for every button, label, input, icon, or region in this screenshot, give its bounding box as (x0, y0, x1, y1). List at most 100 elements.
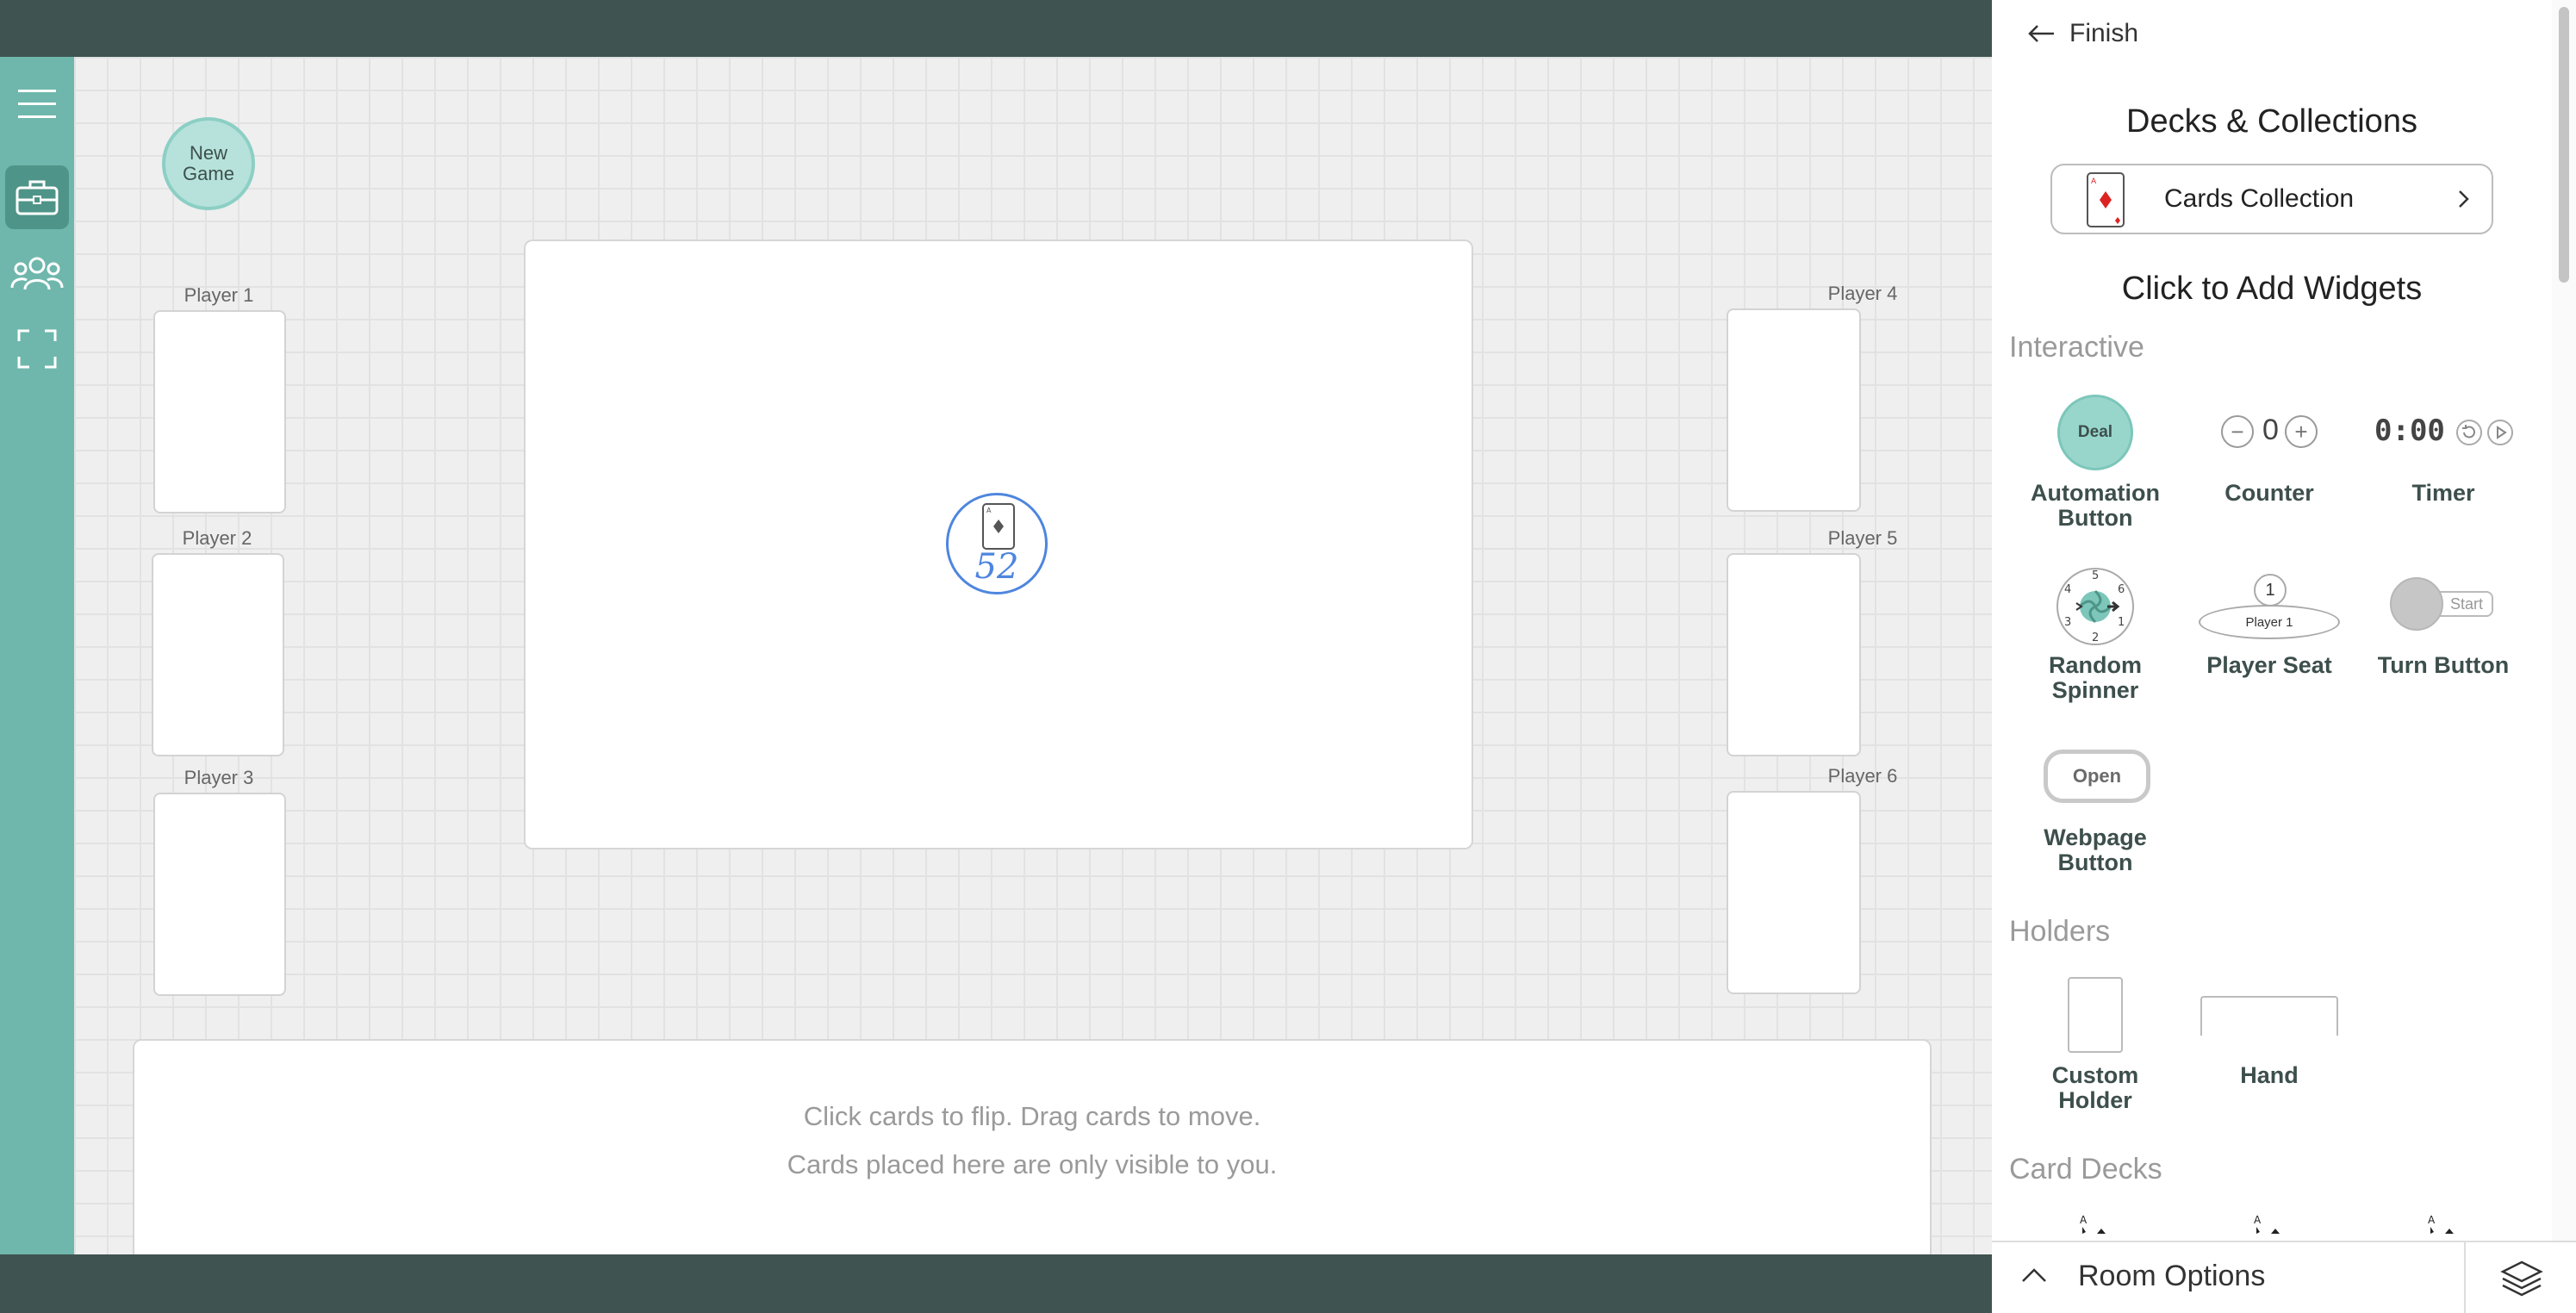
card-icon: A (982, 503, 1015, 550)
card-thumbnail: A (2087, 172, 2125, 227)
player-1-holder[interactable] (153, 310, 286, 513)
spinner-number-1: 1 (2118, 616, 2125, 629)
hand-label: Hand (2240, 1062, 2299, 1088)
minus-icon: − (2221, 415, 2254, 448)
player-5-label: Player 5 (1827, 527, 1898, 549)
room-options-label: Room Options (2078, 1260, 2266, 1292)
spade-card-icon: A (2254, 1214, 2280, 1234)
turn-button-widget[interactable]: Start Turn Button (2357, 567, 2529, 688)
counter-value: 0 (2262, 414, 2279, 446)
hand-visibility-note: Cards placed here are only visible to yo… (787, 1149, 1278, 1179)
custom-holder-widget[interactable]: Custom Holder (2009, 975, 2181, 1113)
menu-button[interactable] (5, 72, 69, 136)
reset-icon (2456, 420, 2482, 445)
play-icon (2487, 420, 2513, 445)
hand-preview (2200, 996, 2338, 1036)
player-6-label: Player 6 (1827, 765, 1898, 787)
section-interactive: Interactive (2009, 331, 2144, 364)
fullscreen-icon (17, 329, 57, 369)
spinner-number-6: 6 (2118, 583, 2125, 596)
chevron-right-icon (2459, 190, 2469, 208)
card-deck-letter: A (2254, 1214, 2262, 1226)
card-deck-preview-2[interactable]: A (2252, 1213, 2287, 1241)
counter-widget[interactable]: − 0 + Counter (2183, 395, 2355, 515)
deck-count: 52 (974, 547, 1019, 587)
random-spinner-label: Random Spinner (2049, 652, 2142, 703)
hand-instructions: Click cards to flip. Drag cards to move. (803, 1101, 1261, 1131)
random-spinner-widget[interactable]: 5 6 1 2 3 4 Random Spinner (2009, 567, 2181, 713)
spinner-number-4: 4 (2064, 583, 2071, 596)
open-button-preview: Open (2044, 750, 2150, 803)
fullscreen-button[interactable] (5, 317, 69, 381)
card-deck-preview-1[interactable]: A (2078, 1213, 2112, 1241)
widgets-panel: Finish Decks & Collections A Cards Colle… (1992, 0, 2576, 1241)
room-options-bar[interactable]: Room Options (1992, 1241, 2576, 1313)
player-4-label: Player 4 (1827, 283, 1898, 304)
player-seat-label: Player Seat (2206, 652, 2332, 678)
svg-text:A: A (986, 507, 992, 514)
card-deck-letter: A (2080, 1214, 2088, 1226)
chevron-up-icon (2022, 1268, 2046, 1282)
people-icon (10, 257, 64, 290)
spade-card-icon: A (2080, 1214, 2106, 1234)
spinner-icon: 5 6 1 2 3 4 (2056, 568, 2134, 645)
spinner-number-2: 2 (2092, 632, 2099, 644)
player-6-holder[interactable] (1727, 791, 1861, 994)
section-holders: Holders (2009, 915, 2111, 948)
card-deck[interactable]: A 52 (946, 493, 1048, 594)
spinner-number-3: 3 (2064, 616, 2071, 629)
hand-widget[interactable]: Hand (2183, 975, 2355, 1096)
section-card-decks: Card Decks (2009, 1153, 2162, 1185)
timer-widget[interactable]: 0:00 Timer (2357, 395, 2529, 515)
plus-icon: + (2285, 415, 2318, 448)
player-seat-widget[interactable]: Player 1 1 Player Seat (2183, 567, 2355, 688)
svg-text:A: A (2091, 177, 2097, 186)
arrow-left-icon (2028, 25, 2054, 42)
automation-button-widget[interactable]: Deal Automation Button (2009, 395, 2181, 541)
player-2-label: Player 2 (182, 527, 252, 549)
deal-button-preview: Deal (2057, 395, 2133, 470)
webpage-button-label: Webpage Button (2044, 825, 2147, 875)
card-deck-preview-3[interactable]: A (2426, 1213, 2461, 1241)
counter-label: Counter (2224, 480, 2314, 506)
people-button[interactable] (5, 241, 69, 305)
cards-collection-label: Cards Collection (2164, 184, 2355, 213)
new-game-button[interactable]: New Game (162, 117, 255, 210)
turn-circle-icon (2390, 577, 2443, 631)
layers-icon[interactable] (2500, 1260, 2543, 1299)
card-deck-letter: A (2428, 1214, 2436, 1226)
player-3-label: Player 3 (184, 767, 254, 788)
player-4-holder[interactable] (1727, 308, 1861, 512)
seat-name: Player 1 (2199, 605, 2340, 639)
divider (2464, 1242, 2466, 1313)
cards-collection-button[interactable]: A Cards Collection (2050, 164, 2493, 234)
timer-value: 0:00 (2374, 414, 2445, 448)
turn-button-label: Turn Button (2377, 652, 2510, 678)
add-widgets-title: Click to Add Widgets (2121, 271, 2423, 307)
player-5-holder[interactable] (1727, 553, 1861, 756)
menu-icon (18, 90, 56, 118)
player-2-holder[interactable] (152, 553, 284, 756)
diamond-card-icon: A (2091, 177, 2120, 224)
toolbox-icon (16, 180, 59, 215)
private-hand-area[interactable]: Click cards to flip. Drag cards to move.… (133, 1039, 1932, 1254)
game-canvas[interactable]: New Game Player 1 Player 2 Player 3 Play… (74, 57, 1992, 1254)
player-1-label: Player 1 (184, 284, 254, 306)
seat-number: 1 (2254, 574, 2287, 607)
spinner-number-5: 5 (2092, 569, 2099, 582)
player-3-holder[interactable] (153, 793, 286, 996)
top-bar (0, 0, 1992, 57)
left-rail (0, 57, 74, 1254)
timer-label: Timer (2411, 480, 2475, 506)
automation-button-label: Automation Button (2031, 480, 2160, 531)
toolbox-button[interactable] (5, 165, 69, 229)
webpage-button-widget[interactable]: Open Webpage Button (2009, 750, 2181, 887)
custom-holder-label: Custom Holder (2051, 1062, 2139, 1113)
custom-holder-preview (2068, 977, 2123, 1053)
finish-label: Finish (2069, 19, 2139, 47)
bottom-bar (0, 1254, 1992, 1313)
panel-scrollbar-thumb[interactable] (2559, 7, 2569, 283)
finish-button[interactable]: Finish (2026, 19, 2138, 48)
spade-card-icon: A (2428, 1214, 2454, 1234)
decks-collections-title: Decks & Collections (2126, 103, 2417, 140)
